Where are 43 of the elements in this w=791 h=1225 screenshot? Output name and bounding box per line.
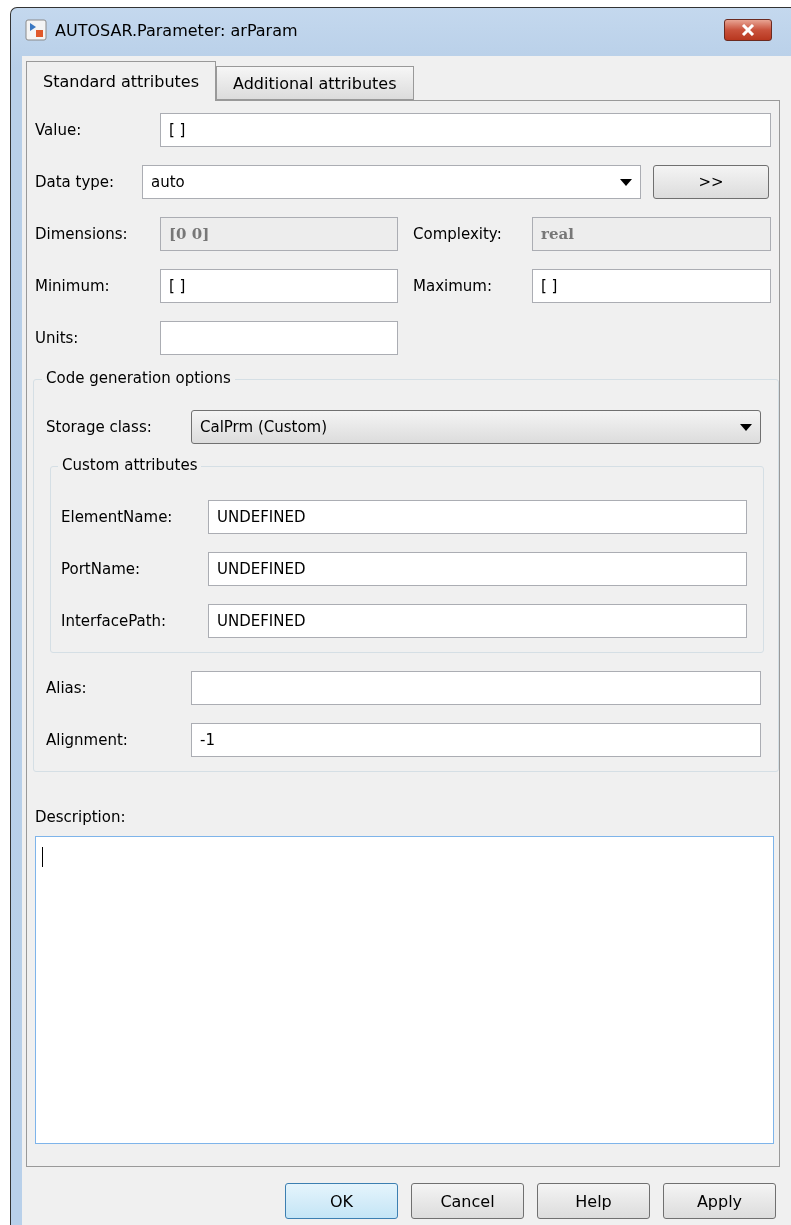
text-field[interactable]: [ ] xyxy=(532,269,771,303)
text-field[interactable]: UNDEFINED xyxy=(208,604,747,638)
dialog-button[interactable]: Cancel xyxy=(411,1183,524,1219)
caret-icon xyxy=(620,178,632,186)
field-label: Value: xyxy=(35,121,83,139)
text-cursor xyxy=(42,847,43,867)
field-label: PortName: xyxy=(61,560,142,578)
field-label: Alignment: xyxy=(46,731,129,749)
readonly-field: [0 0] xyxy=(160,217,398,251)
text-field[interactable] xyxy=(191,671,761,705)
text-field[interactable]: UNDEFINED xyxy=(208,500,747,534)
group-title: Code generation options xyxy=(42,369,235,387)
field-label: Minimum: xyxy=(35,277,111,295)
field-label: Alias: xyxy=(46,679,88,697)
text-field[interactable]: -1 xyxy=(191,723,761,757)
tab[interactable]: Standard attributes xyxy=(26,61,216,101)
text-field[interactable]: UNDEFINED xyxy=(208,552,747,586)
expand-button[interactable]: >> xyxy=(653,165,769,199)
close-button[interactable] xyxy=(724,19,772,41)
readonly-field: real xyxy=(532,217,771,251)
app-icon xyxy=(25,19,47,41)
field-label: Dimensions: xyxy=(35,225,129,243)
dropdown[interactable]: auto xyxy=(142,165,641,199)
field-label: Maximum: xyxy=(413,277,493,295)
field-label: Complexity: xyxy=(413,225,503,243)
caret-icon xyxy=(740,423,752,431)
dialog-button[interactable]: Apply xyxy=(663,1183,776,1219)
window-title: AUTOSAR.Parameter: arParam xyxy=(55,20,299,40)
field-label: InterfacePath: xyxy=(61,612,168,630)
close-icon xyxy=(741,24,755,36)
field-label: Units: xyxy=(35,329,80,347)
tab[interactable]: Additional attributes xyxy=(216,66,414,100)
field-label: Storage class: xyxy=(46,418,153,436)
field-label: Data type: xyxy=(35,173,116,191)
field-label: Description: xyxy=(35,808,127,826)
description-field[interactable] xyxy=(35,836,774,1144)
text-field[interactable]: [ ] xyxy=(160,269,398,303)
text-field[interactable]: [ ] xyxy=(160,113,771,147)
dropdown[interactable]: CalPrm (Custom) xyxy=(191,410,761,444)
dialog-button[interactable]: OK xyxy=(285,1183,398,1219)
dialog-button[interactable]: Help xyxy=(537,1183,650,1219)
text-field[interactable] xyxy=(160,321,398,355)
field-label: ElementName: xyxy=(61,508,174,526)
